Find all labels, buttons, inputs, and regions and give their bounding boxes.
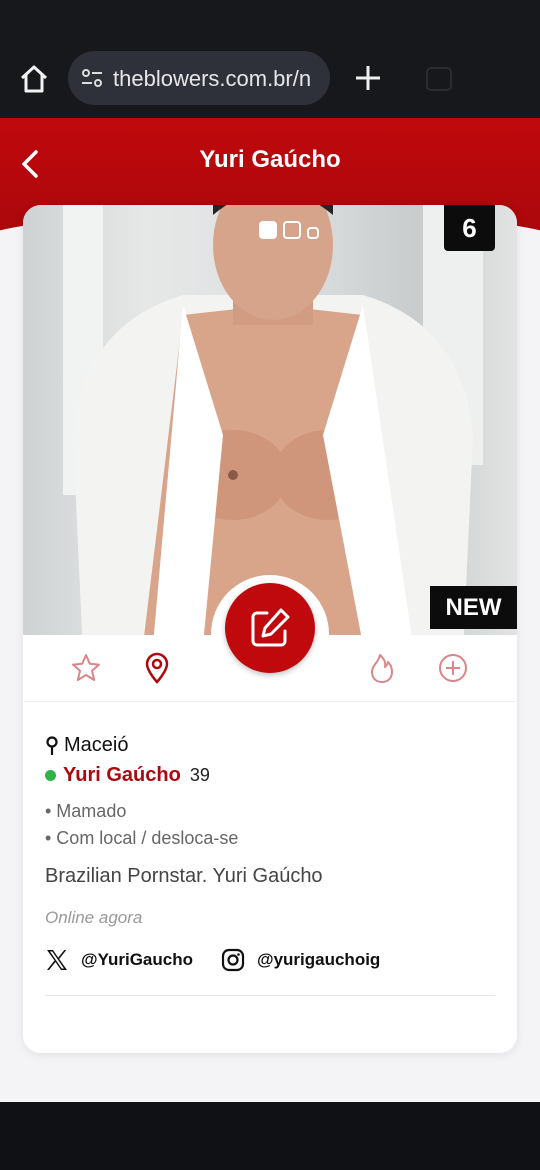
profile-age: 39	[189, 765, 210, 785]
x-handle[interactable]: @YuriGaucho	[81, 950, 193, 970]
edit-icon	[251, 608, 290, 647]
location-row: Maceió	[45, 734, 128, 757]
address-bar[interactable]: theblowers.com.br/n	[68, 51, 330, 105]
system-navigation-bar	[0, 1102, 540, 1170]
instagram-handle[interactable]: @yurigauchoig	[257, 950, 380, 970]
flame-icon[interactable]	[366, 652, 398, 684]
social-links: @YuriGaucho @yurigauchoig	[45, 948, 408, 972]
profile-bio: Brazilian Pornstar. Yuri Gaúcho	[45, 865, 323, 887]
photo-count-badge: 6	[444, 205, 495, 251]
profile-photo[interactable]: 6 NEW	[23, 205, 517, 635]
online-indicator	[45, 770, 56, 781]
status-bar	[0, 0, 540, 40]
site-settings-icon[interactable]	[80, 68, 104, 88]
tag-item: • Com local / desloca-se	[45, 828, 239, 848]
profile-name: Yuri Gaúcho	[63, 764, 181, 786]
online-status-text: Online agora	[45, 908, 143, 927]
star-icon[interactable]	[70, 652, 102, 684]
instagram-link[interactable]: @yurigauchoig	[221, 948, 380, 972]
carousel-dots	[259, 221, 325, 241]
url-text[interactable]: theblowers.com.br/n	[113, 66, 323, 92]
person-photo-illustration	[63, 205, 483, 635]
carousel-dot[interactable]	[307, 227, 319, 239]
city-label: Maceió	[64, 734, 129, 756]
page-title: Yuri Gaúcho	[199, 146, 341, 173]
profile-card: 6 NEW Maceió Yuri Gaúcho 39 • Mamado • C…	[23, 205, 517, 1053]
edit-button[interactable]	[225, 583, 315, 673]
tabs-icon[interactable]	[426, 67, 452, 91]
profile-info: Maceió Yuri Gaúcho 39 • Mamado • Com loc…	[23, 701, 517, 1053]
location-pin-icon	[46, 735, 58, 755]
x-logo-icon	[47, 950, 67, 970]
map-pin-icon[interactable]	[141, 652, 173, 684]
new-badge: NEW	[430, 586, 517, 629]
tag-item: • Mamado	[45, 801, 127, 821]
home-icon[interactable]	[18, 64, 50, 94]
new-tab-plus-icon[interactable]	[353, 63, 383, 93]
instagram-icon	[221, 948, 245, 972]
carousel-dot[interactable]	[283, 221, 301, 239]
plus-circle-icon[interactable]	[437, 652, 469, 684]
browser-toolbar: theblowers.com.br/n	[0, 40, 540, 118]
divider	[45, 995, 495, 996]
tag-list: • Mamado • Com local / desloca-se	[45, 798, 238, 852]
x-link[interactable]: @YuriGaucho	[45, 948, 193, 972]
carousel-dot[interactable]	[259, 221, 277, 239]
name-row: Yuri Gaúcho 39	[45, 764, 210, 787]
